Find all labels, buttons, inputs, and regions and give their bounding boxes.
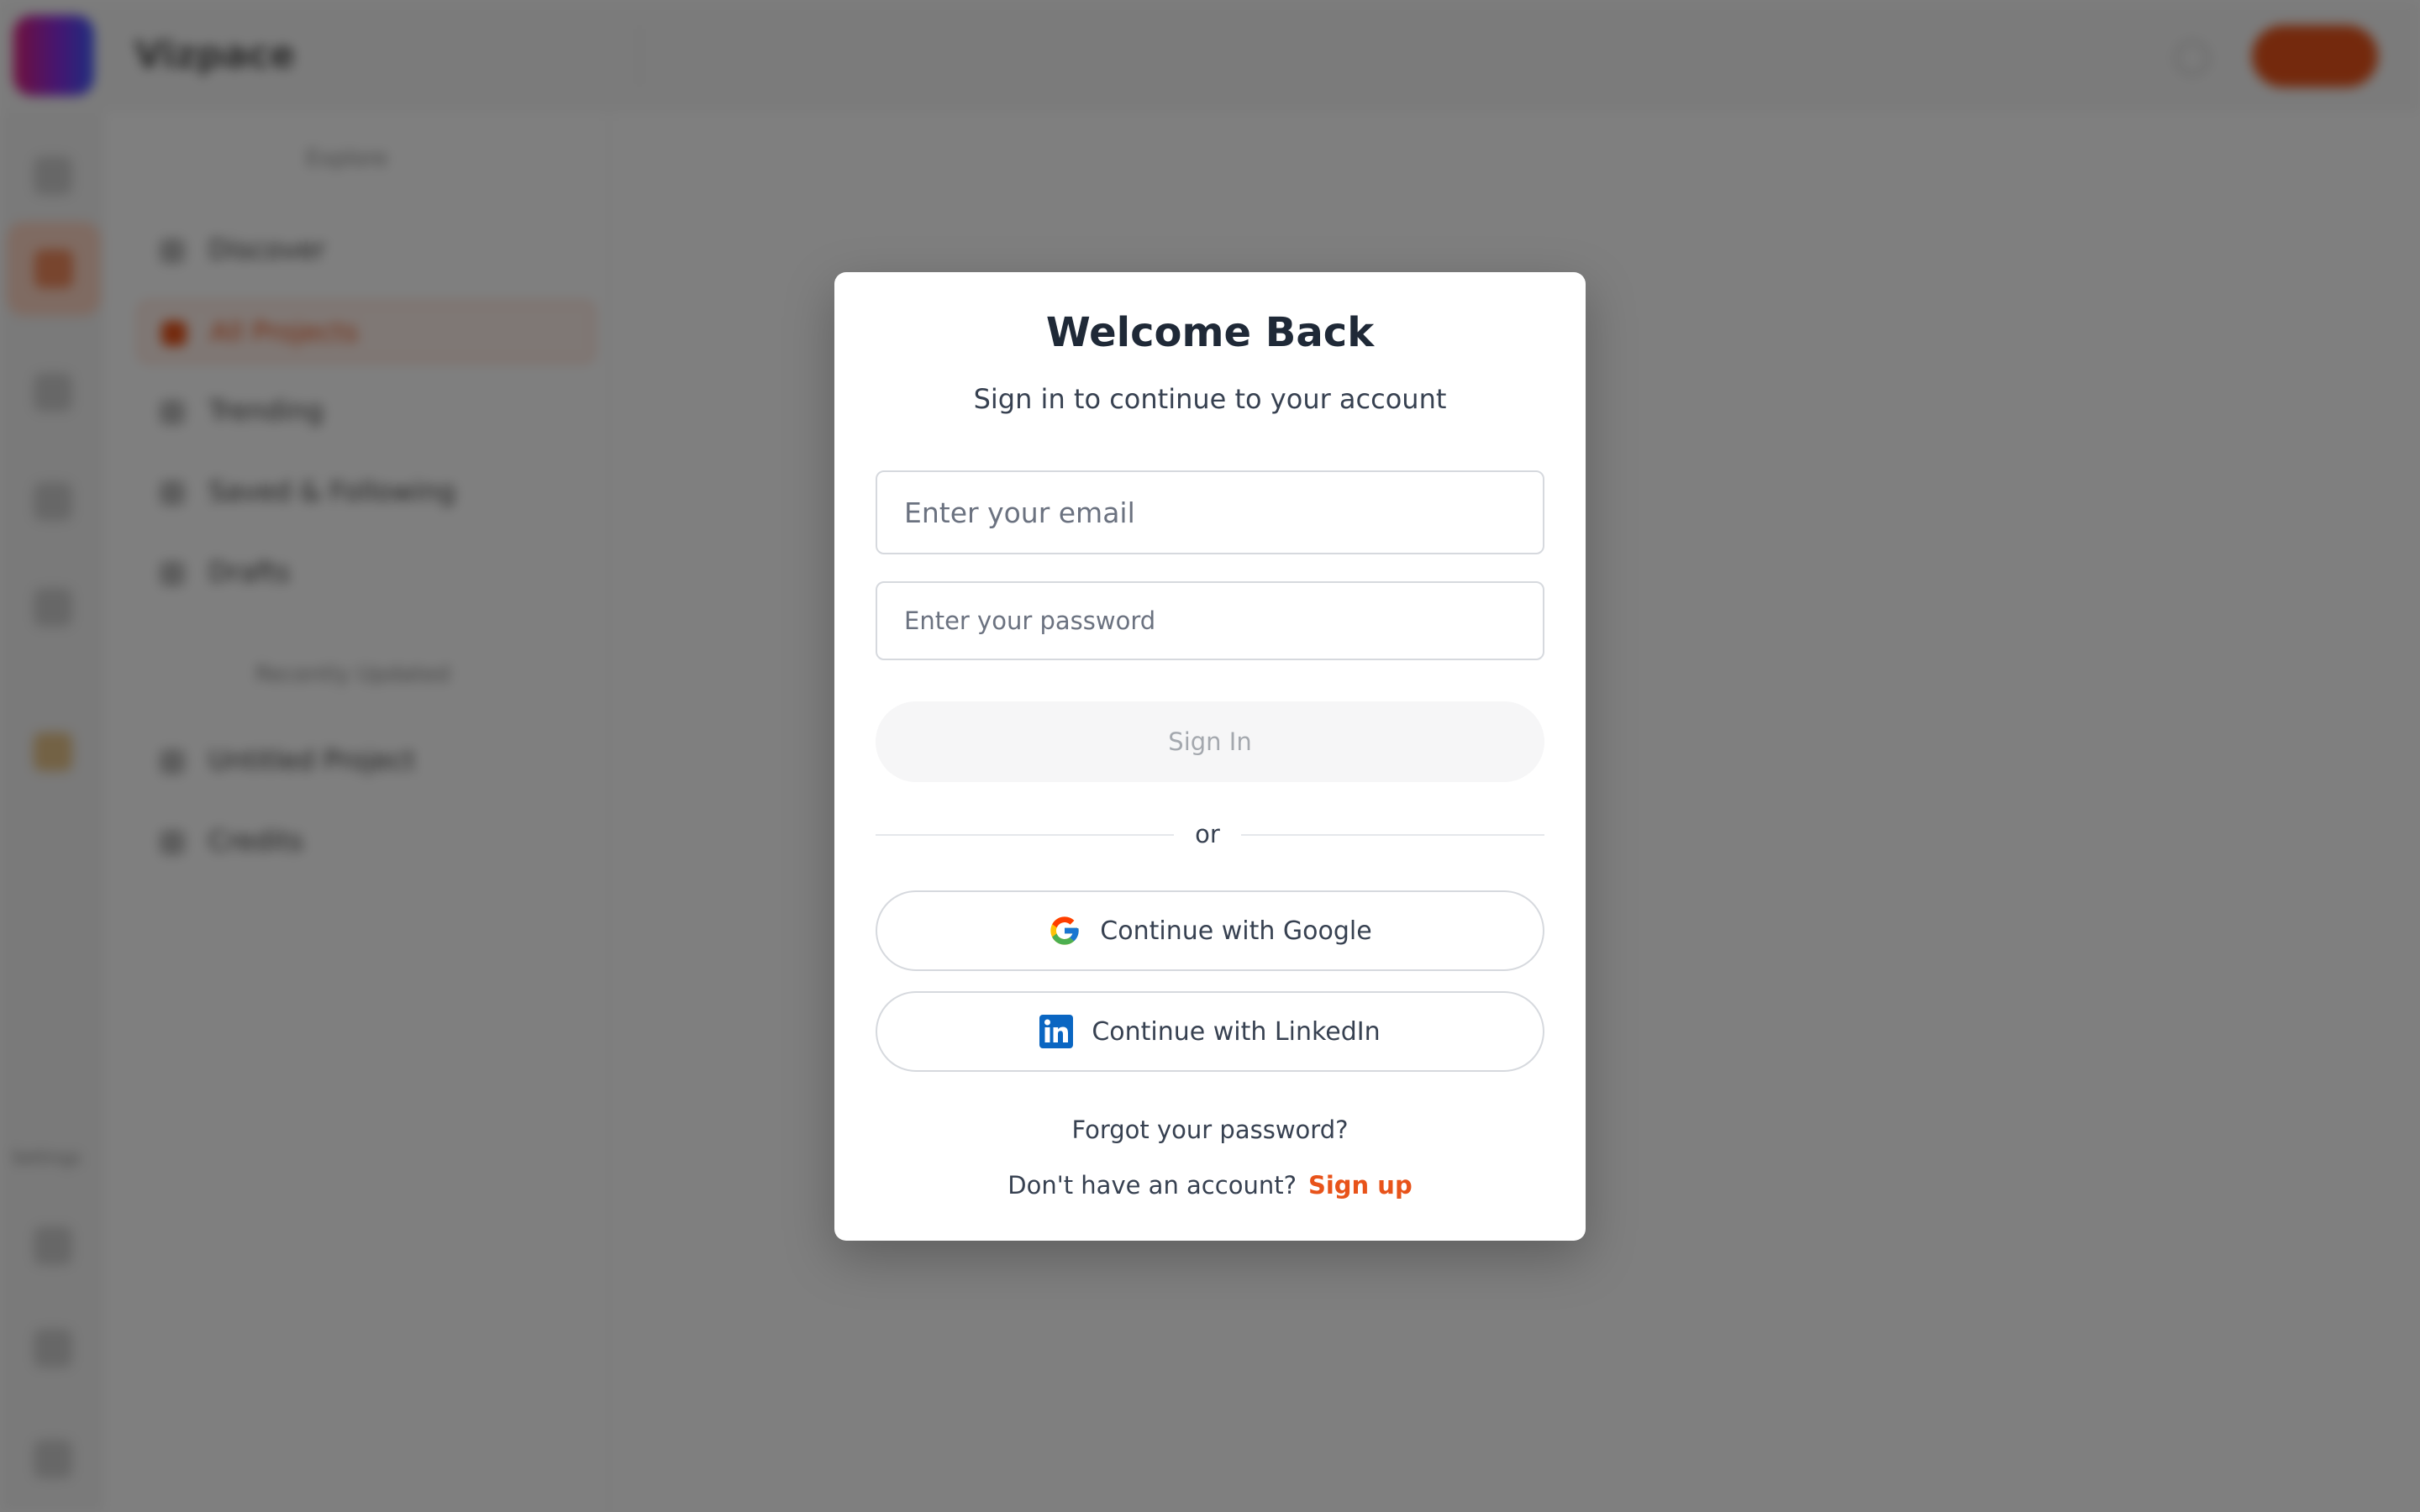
linkedin-button-label: Continue with LinkedIn [1092, 1016, 1381, 1047]
modal-title: Welcome Back [1045, 309, 1375, 356]
modal-subtitle: Sign in to continue to your account [973, 383, 1447, 415]
divider-line [1241, 834, 1544, 836]
email-input[interactable] [876, 470, 1544, 554]
google-signin-button[interactable]: Continue with Google [876, 890, 1544, 971]
no-account-text: Don't have an account? [1007, 1171, 1297, 1200]
google-button-label: Continue with Google [1100, 916, 1372, 946]
google-icon [1050, 916, 1079, 945]
password-input[interactable] [876, 581, 1544, 660]
linkedin-icon [1039, 1015, 1074, 1048]
forgot-password-link[interactable]: Forgot your password? [834, 1116, 1586, 1144]
linkedin-signin-button[interactable]: Continue with LinkedIn [876, 991, 1544, 1072]
signin-modal: Welcome Back Sign in to continue to your… [834, 272, 1586, 1241]
divider-line [876, 834, 1174, 836]
signup-row: Don't have an account? Sign up [834, 1171, 1586, 1200]
divider-text: or [1195, 820, 1220, 848]
signin-button[interactable]: Sign In [876, 701, 1544, 782]
signup-link[interactable]: Sign up [1308, 1171, 1413, 1200]
